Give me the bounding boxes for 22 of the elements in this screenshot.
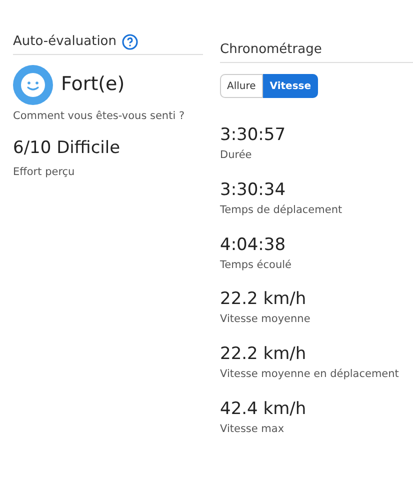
stat-label: Temps écoulé xyxy=(220,258,292,272)
section-title: Auto-évaluation xyxy=(13,33,116,51)
stat-value: 3:30:57 xyxy=(220,124,287,146)
stat-label: Vitesse max xyxy=(220,422,286,437)
effort-label: Effort perçu xyxy=(13,164,76,180)
stat-label: Vitesse moyenne en déplacement xyxy=(220,367,400,382)
effort-value: 6/10 Difficile xyxy=(13,137,122,160)
smiley-icon xyxy=(13,64,53,104)
stat-value: 22.2 km/h xyxy=(220,343,308,365)
section-title: Chronométrage xyxy=(220,42,322,57)
stat-value: 22.2 km/h xyxy=(220,288,308,310)
stat-value: 42.4 km/h xyxy=(220,398,308,420)
stat-label: Temps de déplacement xyxy=(220,202,344,218)
toggle-tab[interactable]: Vitesse xyxy=(262,74,318,98)
toggle-tab[interactable]: Allure xyxy=(220,74,263,98)
help-icon[interactable] xyxy=(122,34,138,50)
stat-value: 4:04:38 xyxy=(220,234,287,256)
stat-label: Vitesse moyenne xyxy=(220,312,312,328)
feeling-value: Fort(e) xyxy=(61,72,125,98)
feeling-label: Comment vous êtes-vous senti ? xyxy=(13,108,186,124)
stat-value: 3:30:34 xyxy=(220,178,287,201)
stat-label: Durée xyxy=(220,148,253,163)
